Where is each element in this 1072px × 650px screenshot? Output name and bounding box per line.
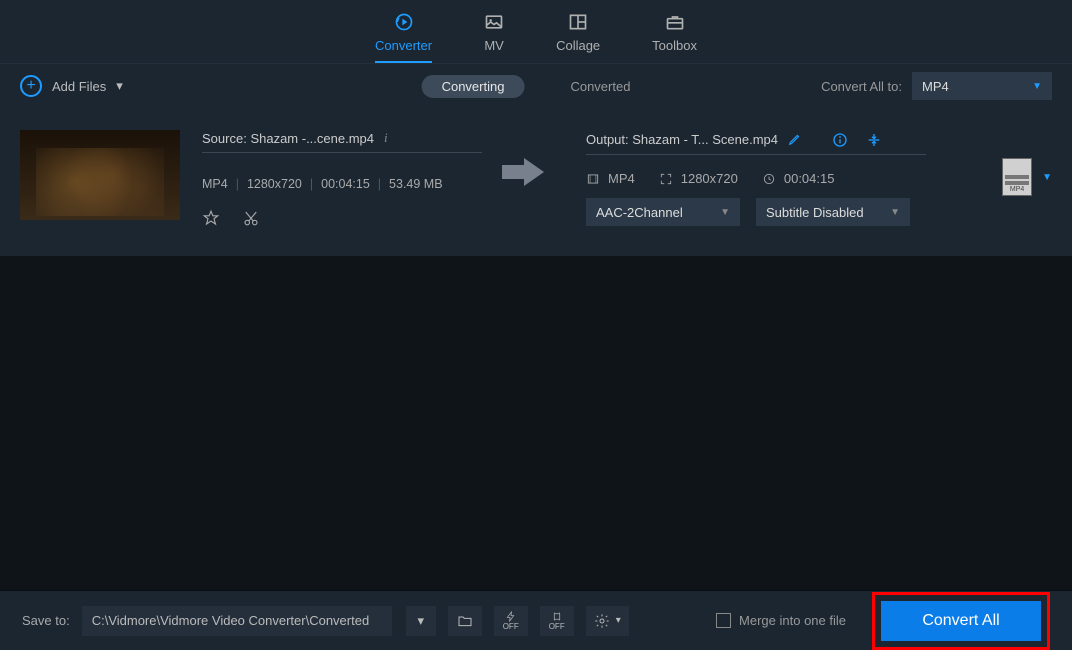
source-size: 53.49 MB [389,177,443,191]
source-meta: MP4| 1280x720| 00:04:15| 53.49 MB [202,177,482,191]
video-thumbnail[interactable] [20,130,180,220]
toolbox-icon [665,12,685,32]
info-circle-icon[interactable] [832,132,848,148]
tab-collage[interactable]: Collage [556,12,600,63]
output-label: Output: Shazam - T... Scene.mp4 [586,132,778,147]
source-format: MP4 [202,177,228,191]
film-icon [586,172,600,186]
tab-label: Converter [375,38,432,53]
merge-option[interactable]: Merge into one file [716,613,846,628]
hardware-accel-button[interactable]: OFF [494,606,528,636]
merge-label: Merge into one file [739,613,846,628]
subtitle-select[interactable]: Subtitle Disabled ▼ [756,198,910,226]
status-filter: Converting Converted [422,75,651,98]
output-format: MP4 [608,171,635,186]
tab-label: Toolbox [652,38,697,53]
main-tabs: Converter MV Collage Toolbox [0,0,1072,64]
select-value: Subtitle Disabled [766,205,864,220]
source-duration: 00:04:15 [321,177,370,191]
format-badge: MP4 [1003,186,1031,193]
clock-icon [762,172,776,186]
open-folder-button[interactable] [448,606,482,636]
source-resolution: 1280x720 [247,177,302,191]
compress-icon[interactable] [866,132,882,148]
collage-icon [568,12,588,32]
converter-icon [394,12,414,32]
star-icon[interactable] [202,209,220,227]
convert-all-button[interactable]: Convert All [881,601,1041,641]
hw-off-label: OFF [503,622,519,631]
select-value: AAC-2Channel [596,205,683,220]
output-resolution: 1280x720 [681,171,738,186]
source-label: Source: Shazam -...cene.mp4 [202,131,374,146]
footer: Save to: C:\Vidmore\Vidmore Video Conver… [0,590,1072,650]
chevron-down-icon: ▾ [616,615,621,626]
tab-converter[interactable]: Converter [375,12,432,63]
file-list: Source: Shazam -...cene.mp4 i MP4| 1280x… [0,108,1072,256]
arrow-right-icon [524,158,544,186]
checkbox-icon [716,613,731,628]
select-value: MP4 [922,79,949,94]
convert-all-to: Convert All to: MP4 ▼ [821,72,1052,100]
chevron-down-icon: ▼ [720,207,730,218]
tab-label: Collage [556,38,600,53]
chevron-down-icon[interactable]: ▼ [1042,172,1052,183]
chevron-down-icon: ▾ [116,78,123,94]
chevron-down-icon: ▼ [1032,81,1042,92]
save-to-label: Save to: [22,613,70,628]
plus-icon: + [20,75,42,97]
tab-mv[interactable]: MV [484,12,504,63]
save-path-field[interactable]: C:\Vidmore\Vidmore Video Converter\Conve… [82,606,392,636]
format-thumbnail[interactable]: MP4 [1002,158,1032,196]
convert-all-format-select[interactable]: MP4 ▼ [912,72,1052,100]
convert-highlight: Convert All [872,592,1050,650]
output-duration: 00:04:15 [784,171,835,186]
cut-icon[interactable] [242,209,260,227]
save-path-dropdown[interactable]: ▾ [406,606,436,636]
mv-icon [484,12,504,32]
output-format-picker: MP4 ▼ [1002,130,1052,196]
source-column: Source: Shazam -...cene.mp4 i MP4| 1280x… [202,130,482,227]
save-path-value: C:\Vidmore\Vidmore Video Converter\Conve… [92,613,369,628]
expand-icon [659,172,673,186]
output-column: Output: Shazam - T... Scene.mp4 MP4 [586,130,926,226]
toolbar: + Add Files ▾ Converting Converted Conve… [0,64,1072,108]
tab-toolbox[interactable]: Toolbox [652,12,697,63]
status-converting[interactable]: Converting [422,75,525,98]
add-files-button[interactable]: + Add Files ▾ [20,75,123,97]
high-speed-button[interactable]: OFF [540,606,574,636]
audio-select[interactable]: AAC-2Channel ▼ [586,198,740,226]
info-icon[interactable]: i [384,130,388,146]
add-files-label: Add Files [52,79,106,94]
settings-button[interactable]: ▾ [586,606,629,636]
tab-label: MV [484,38,504,53]
hs-off-label: OFF [549,622,565,631]
file-item: Source: Shazam -...cene.mp4 i MP4| 1280x… [20,130,1052,227]
convert-all-to-label: Convert All to: [821,79,902,94]
status-converted[interactable]: Converted [550,75,650,98]
edit-icon[interactable] [788,132,802,146]
arrow-column [504,130,564,186]
chevron-down-icon: ▼ [890,207,900,218]
